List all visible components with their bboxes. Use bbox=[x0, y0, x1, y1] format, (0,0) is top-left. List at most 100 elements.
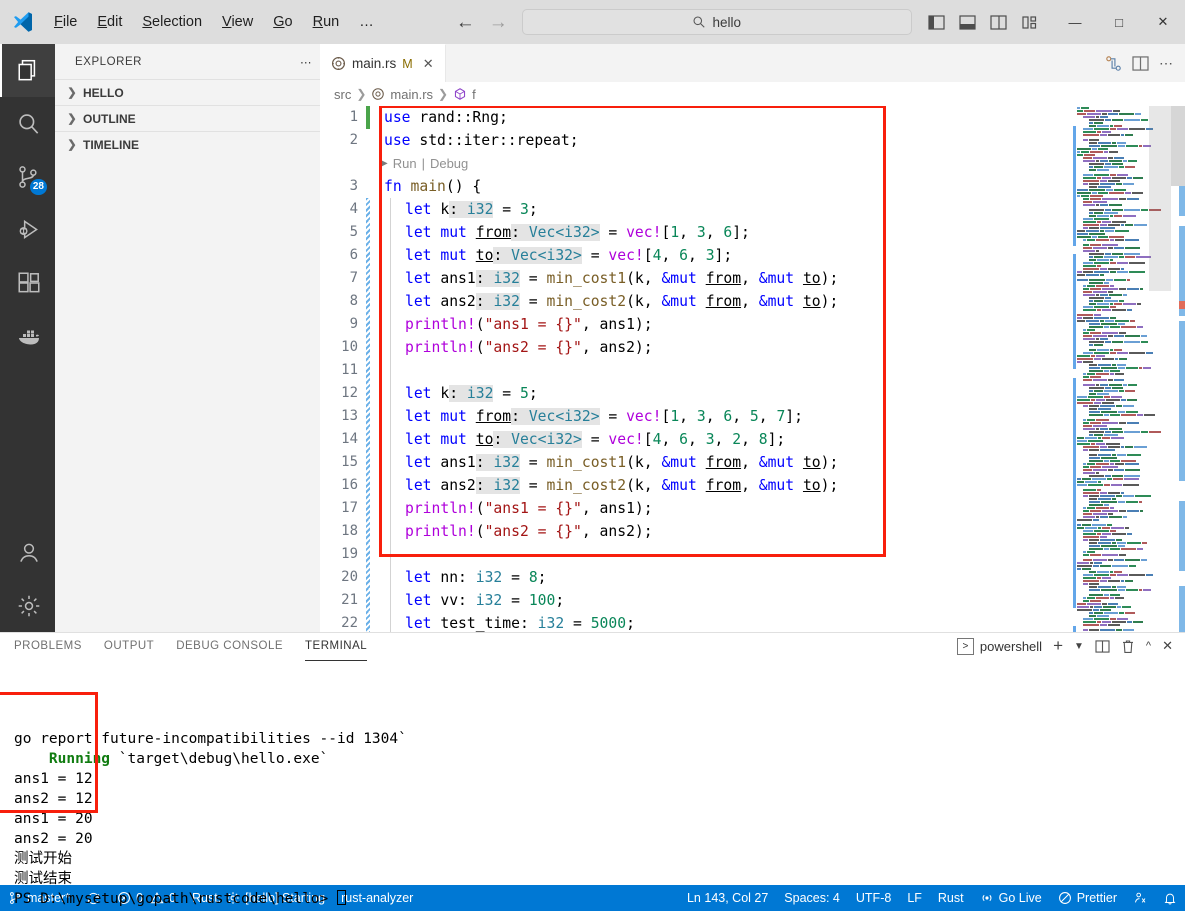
minimap[interactable] bbox=[1071, 106, 1171, 632]
search-input[interactable]: hello bbox=[521, 9, 912, 35]
code-line[interactable]: 9 println!("ans1 = {}", ans1); bbox=[320, 313, 1071, 336]
activitybar-item-explorer[interactable] bbox=[0, 44, 55, 97]
chevron-up-icon[interactable]: ^ bbox=[1146, 640, 1151, 652]
close-icon[interactable]: ✕ bbox=[423, 56, 434, 72]
code-line[interactable]: 7 let ans1: i32 = min_cost1(k, &mut from,… bbox=[320, 267, 1071, 290]
compare-changes-icon[interactable] bbox=[1105, 55, 1122, 72]
sidebar-section-outline[interactable]: ❯ OUTLINE bbox=[55, 105, 320, 131]
close-icon[interactable]: ✕ bbox=[1162, 638, 1173, 654]
chevron-down-icon[interactable]: ▼ bbox=[1074, 641, 1084, 652]
minimap-token bbox=[1083, 309, 1096, 311]
activitybar-item-source-control[interactable]: 28 bbox=[0, 150, 55, 203]
customize-layout-icon[interactable] bbox=[1015, 7, 1043, 37]
code-content[interactable]: 1 use rand::Rng; 2 use std::iter::repeat; ▶ R… bbox=[320, 106, 1071, 632]
code-line[interactable]: 13 let mut from: Vec<i32> = vec![1, 3, 6,… bbox=[320, 405, 1071, 428]
code-editor[interactable]: 1 use rand::Rng; 2 use std::iter::repeat; ▶ R… bbox=[320, 106, 1185, 632]
code-line[interactable]: 17 println!("ans1 = {}", ans1); bbox=[320, 497, 1071, 520]
activitybar-item-accounts[interactable] bbox=[0, 526, 55, 579]
code-line[interactable]: 11 bbox=[320, 359, 1071, 382]
minimap-token bbox=[1090, 332, 1101, 334]
code-line[interactable]: 8 let ans2: i32 = min_cost2(k, &mut from,… bbox=[320, 290, 1071, 313]
code-lines-container[interactable]: 1 use rand::Rng; 2 use std::iter::repeat; ▶ R… bbox=[320, 106, 1071, 632]
overview-ruler[interactable] bbox=[1171, 106, 1185, 632]
breadcrumb-item-src[interactable]: src bbox=[334, 87, 351, 102]
code-line[interactable]: 10 println!("ans2 = {}", ans2); bbox=[320, 336, 1071, 359]
minimap-token bbox=[1089, 189, 1105, 191]
minimap-token bbox=[1110, 548, 1120, 550]
minimap-token bbox=[1096, 472, 1099, 474]
minimap-token bbox=[1121, 414, 1136, 416]
code-line[interactable]: 21 let vv: i32 = 100; bbox=[320, 589, 1071, 612]
panel-tab-output[interactable]: OUTPUT bbox=[104, 633, 154, 659]
activitybar-item-extensions[interactable] bbox=[0, 256, 55, 309]
toggle-secondary-sidebar-icon[interactable] bbox=[984, 7, 1012, 37]
menu-selection[interactable]: Selection bbox=[132, 10, 212, 34]
breadcrumb-item-main-rs[interactable]: main.rs bbox=[390, 87, 433, 102]
code-line[interactable]: 22 let test_time: i32 = 5000; bbox=[320, 612, 1071, 632]
minimap-token bbox=[1087, 463, 1095, 465]
sidebar-section-hello[interactable]: ❯ HELLO bbox=[55, 79, 320, 105]
code-line[interactable]: 14 let mut to: Vec<i32> = vec![4, 6, 3, 2… bbox=[320, 428, 1071, 451]
code-line[interactable]: 6 let mut to: Vec<i32> = vec![4, 6, 3]; bbox=[320, 244, 1071, 267]
code-lens-debug[interactable]: Debug bbox=[430, 152, 468, 175]
code-line[interactable]: 16 let ans2: i32 = min_cost2(k, &mut from… bbox=[320, 474, 1071, 497]
code-line[interactable]: 15 let ans1: i32 = min_cost1(k, &mut from… bbox=[320, 451, 1071, 474]
panel-tab-problems[interactable]: PROBLEMS bbox=[14, 633, 82, 659]
more-actions-icon[interactable]: ⋯ bbox=[300, 55, 312, 69]
minimap-token bbox=[1141, 209, 1148, 211]
minimap-token bbox=[1108, 268, 1120, 270]
code-line[interactable]: 19 bbox=[320, 543, 1071, 566]
minimap-line bbox=[1083, 291, 1171, 293]
minimap-token bbox=[1094, 128, 1109, 130]
minimap-token bbox=[1110, 326, 1120, 328]
code-line[interactable]: 3 fn main() { bbox=[320, 175, 1071, 198]
terminal-shell-selector[interactable]: > powershell bbox=[956, 637, 1042, 655]
breadcrumb-item-f[interactable]: f bbox=[472, 87, 476, 102]
toggle-primary-sidebar-icon[interactable] bbox=[922, 7, 950, 37]
close-button[interactable]: ✕ bbox=[1141, 0, 1185, 44]
code-line[interactable]: 2 use std::iter::repeat; bbox=[320, 129, 1071, 152]
code-line[interactable]: 5 let mut from: Vec<i32> = vec![1, 3, 6]; bbox=[320, 221, 1071, 244]
code-line[interactable]: 20 let nn: i32 = 8; bbox=[320, 566, 1071, 589]
maximize-button[interactable]: □ bbox=[1097, 0, 1141, 44]
menu-more[interactable]: … bbox=[349, 10, 384, 34]
panel-tab-debug-console[interactable]: DEBUG CONSOLE bbox=[176, 633, 283, 659]
editor-tab-main-rs[interactable]: main.rs M ✕ bbox=[320, 44, 446, 82]
code-lens-run-debug[interactable]: ▶ Run | Debug bbox=[320, 152, 1071, 175]
minimap-token bbox=[1110, 271, 1116, 273]
menu-selection-accel: S bbox=[142, 14, 153, 30]
code-lens-run[interactable]: Run bbox=[393, 152, 417, 175]
code-line[interactable]: 1 use rand::Rng; bbox=[320, 106, 1071, 129]
trash-icon[interactable] bbox=[1121, 639, 1135, 654]
toggle-panel-icon[interactable] bbox=[953, 7, 981, 37]
split-editor-icon[interactable] bbox=[1132, 55, 1149, 71]
split-icon[interactable] bbox=[1095, 639, 1110, 653]
more-actions-icon[interactable]: ⋯ bbox=[1159, 55, 1173, 72]
chevron-right-icon: ❯ bbox=[356, 87, 367, 101]
code-line[interactable]: 12 let k: i32 = 5; bbox=[320, 382, 1071, 405]
terminal-output[interactable]: go report future-incompatibilities --id … bbox=[0, 659, 1185, 909]
menu-run[interactable]: Run bbox=[303, 10, 350, 34]
sidebar-section-timeline[interactable]: ❯ TIMELINE bbox=[55, 131, 320, 157]
panel-tab-terminal[interactable]: TERMINAL bbox=[305, 633, 368, 661]
activitybar-item-manage-gear[interactable] bbox=[0, 579, 55, 632]
menu-file[interactable]: File bbox=[44, 10, 87, 34]
menu-edit[interactable]: Edit bbox=[87, 10, 132, 34]
minimap-slider[interactable] bbox=[1149, 106, 1171, 291]
code-line[interactable]: 18 println!("ans2 = {}", ans2); bbox=[320, 520, 1071, 543]
minimap-token bbox=[1077, 565, 1092, 567]
plus-icon[interactable]: + bbox=[1053, 636, 1063, 656]
minimap-token bbox=[1105, 387, 1111, 389]
menu-view[interactable]: View bbox=[212, 10, 263, 34]
code-line[interactable]: 4 let k: i32 = 3; bbox=[320, 198, 1071, 221]
arrow-right-icon[interactable]: → bbox=[489, 13, 508, 32]
minimap-token bbox=[1121, 268, 1124, 270]
minimap-token bbox=[1102, 288, 1118, 290]
minimap-token bbox=[1117, 352, 1128, 354]
menu-go[interactable]: Go bbox=[263, 10, 302, 34]
activitybar-item-search[interactable] bbox=[0, 97, 55, 150]
minimize-button[interactable]: — bbox=[1053, 0, 1097, 44]
activitybar-item-docker[interactable] bbox=[0, 309, 55, 362]
arrow-left-icon[interactable]: ← bbox=[456, 13, 475, 32]
activitybar-item-run-and-debug[interactable] bbox=[0, 203, 55, 256]
